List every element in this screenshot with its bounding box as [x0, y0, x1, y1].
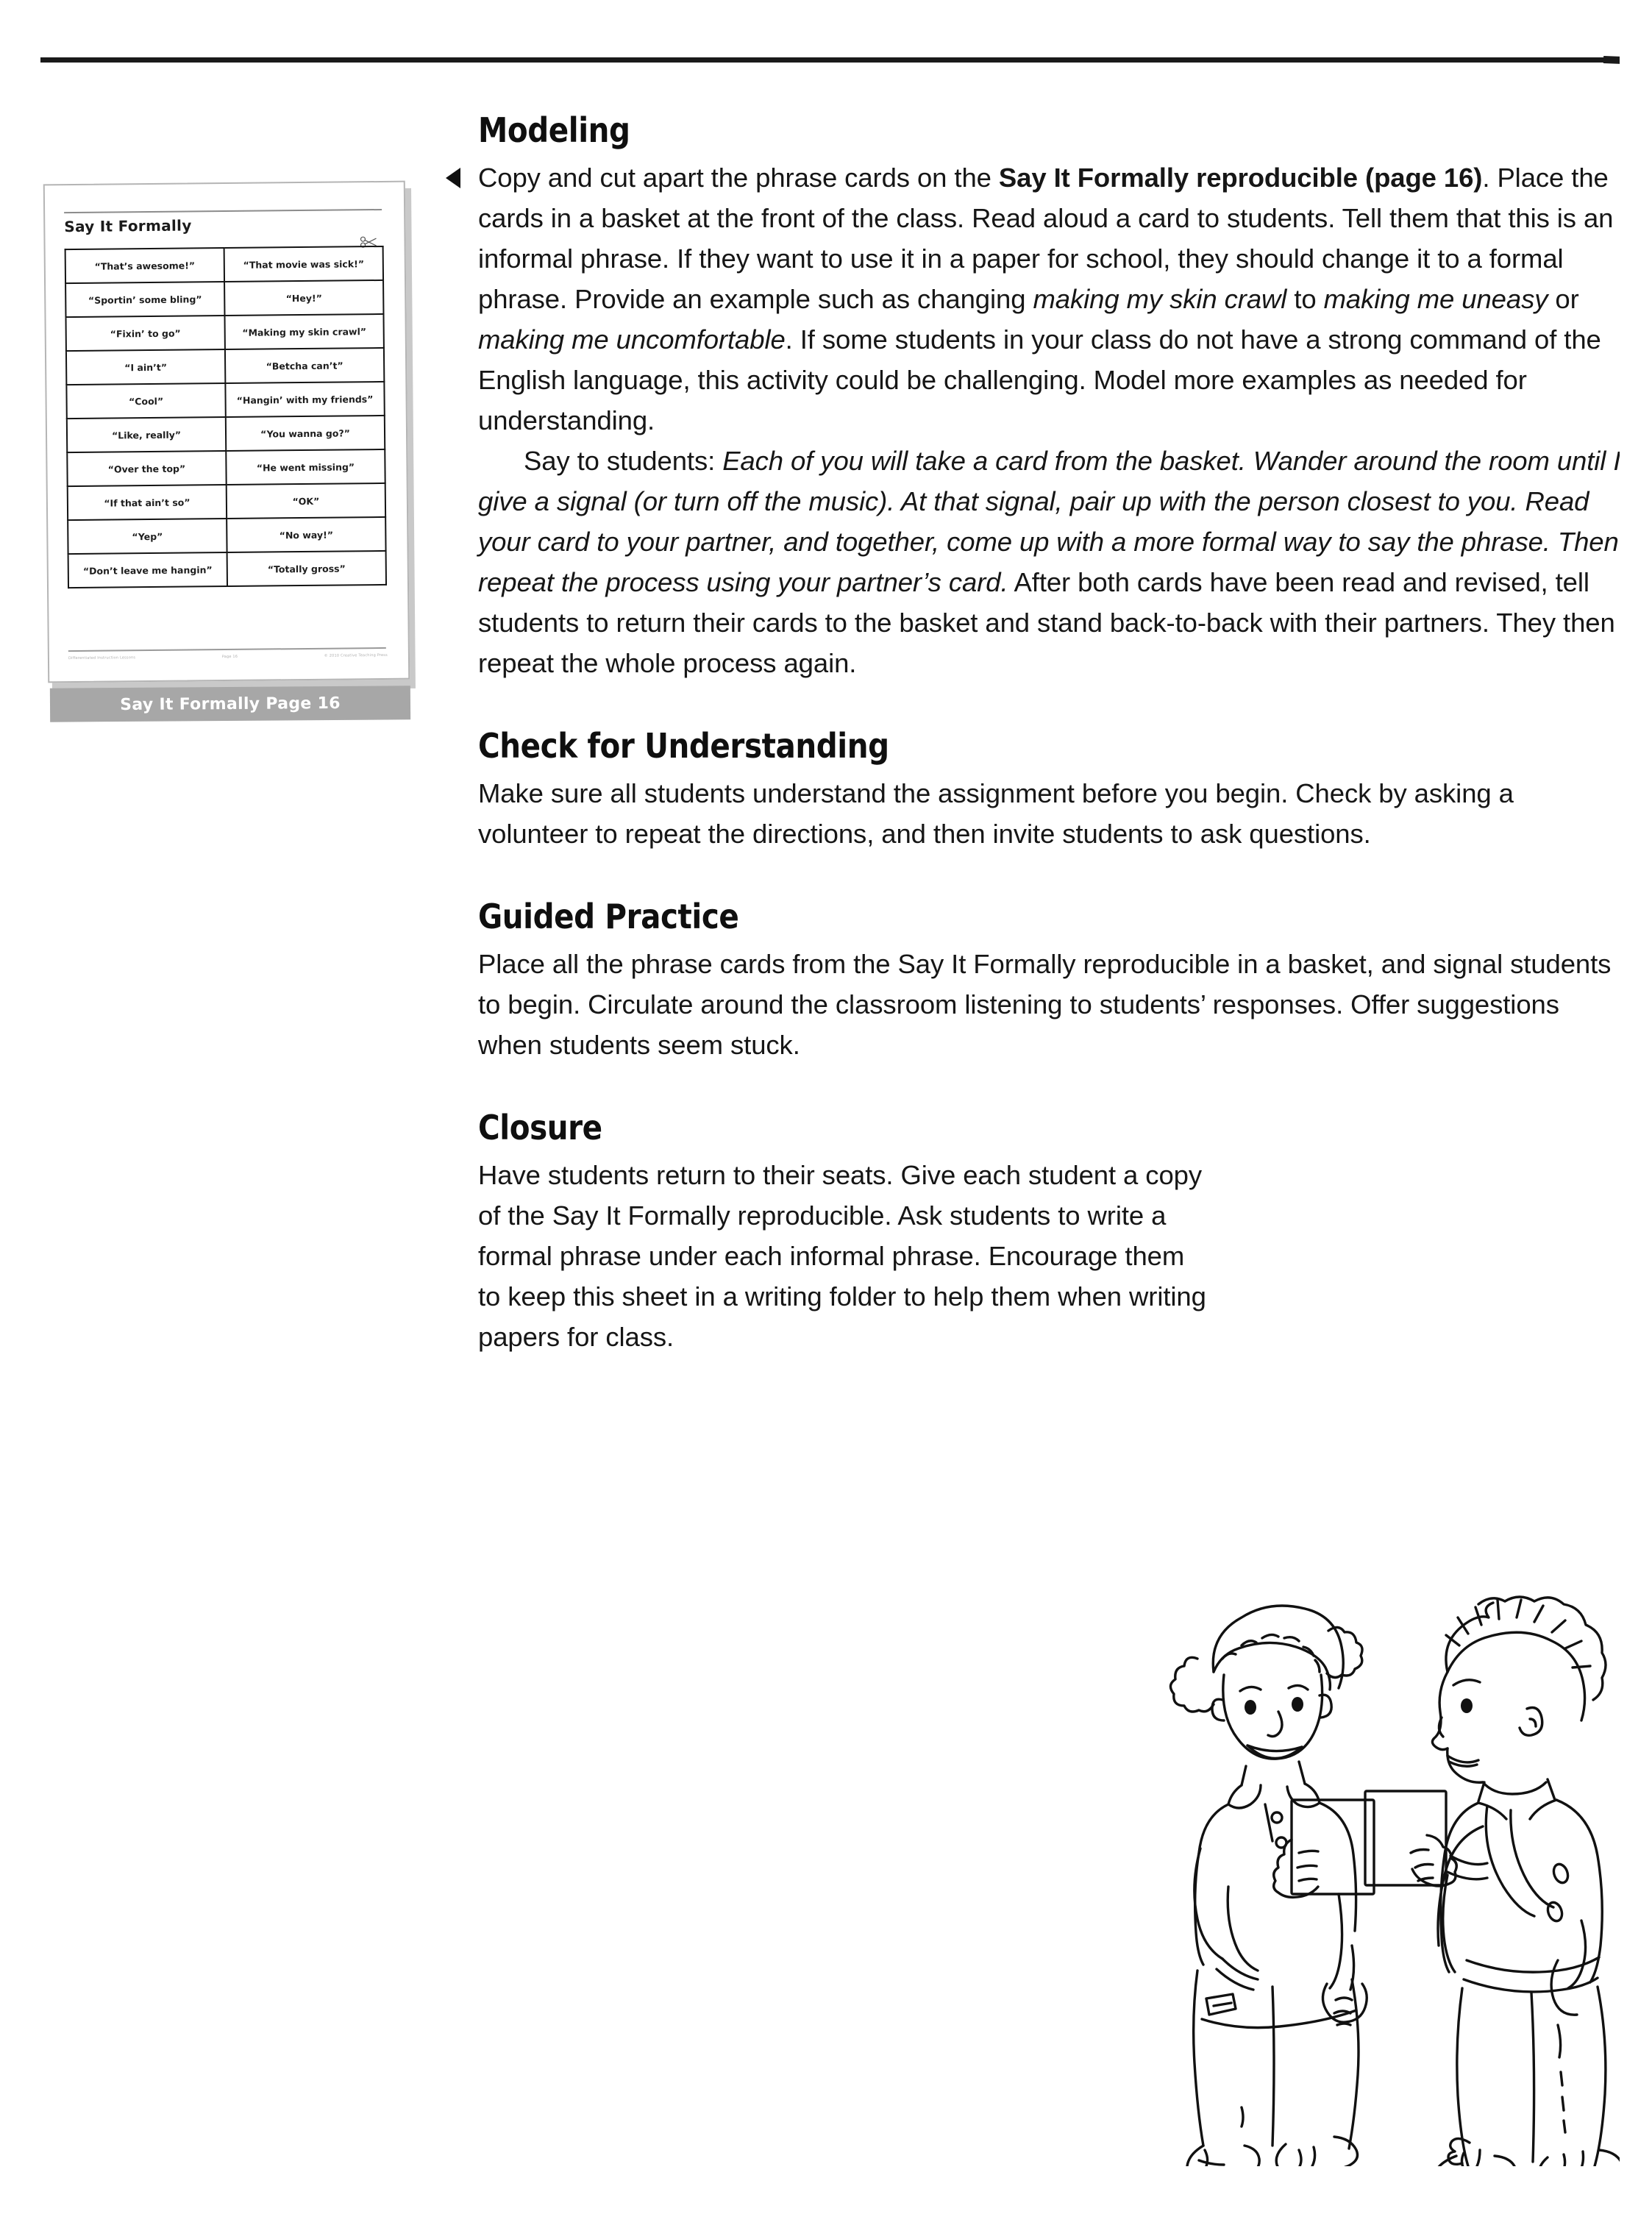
- triangle-left-bullet-icon: [446, 168, 460, 188]
- thumbnail-footer-center: Page 16: [221, 654, 238, 660]
- page-right-margin: [1620, 0, 1652, 2228]
- phrase-cell: “Cool”: [66, 383, 226, 419]
- thumbnail-hairline: [64, 208, 382, 214]
- modeling-p1-c: to: [1286, 284, 1324, 314]
- modeling-p1-italic-3: making me uncomfortable: [478, 324, 786, 355]
- phrase-cell: “He went missing”: [226, 449, 385, 485]
- table-row: “Like, really” “You wanna go?”: [66, 415, 385, 453]
- table-row: “Don’t leave me hangin” “Totally gross”: [68, 550, 387, 588]
- phrase-cell: “I ain’t”: [65, 349, 226, 385]
- phrase-cell: “You wanna go?”: [225, 415, 385, 452]
- thumbnail-footer-rule: [68, 647, 386, 652]
- section-heading-guided-practice: Guided Practice: [478, 897, 739, 936]
- thumbnail-caption-label: Say It Formally Page 16: [120, 694, 341, 714]
- thumbnail-footer-left: Differentiated Instruction Lessons: [68, 655, 136, 661]
- page-top-rule: [40, 57, 1622, 63]
- main-content: Modeling Copy and cut apart the phrase c…: [446, 110, 1626, 1357]
- modeling-p1-bold: Say It Formally reproducible (page 16): [998, 163, 1483, 193]
- phrase-cell: “Hey!”: [224, 280, 384, 316]
- table-row: “That’s awesome!” “That movie was sick!”: [65, 246, 384, 284]
- phrase-cell: “Betcha can’t”: [224, 347, 385, 384]
- phrase-cell: “OK”: [226, 483, 386, 519]
- table-row: “If that ain’t so” “OK”: [67, 483, 386, 521]
- check-for-understanding-body: Make sure all students understand the as…: [478, 778, 1514, 849]
- modeling-p1-a: Copy and cut apart the phrase cards on t…: [478, 163, 999, 193]
- two-students-holding-cards-illustration: [1155, 1548, 1652, 2190]
- table-row: “Cool” “Hangin’ with my friends”: [66, 381, 385, 419]
- phrase-cell: “If that ain’t so”: [67, 485, 227, 521]
- phrase-cell: “That’s awesome!”: [65, 248, 225, 284]
- phrase-card-table: “That’s awesome!” “That movie was sick!”…: [65, 246, 387, 588]
- section-heading-check-for-understanding: Check for Understanding: [478, 726, 889, 766]
- phrase-cell: “Yep”: [68, 519, 227, 555]
- phrase-cell: “Like, really”: [66, 417, 227, 453]
- modeling-paragraph-2: Say to students: Each of you will take a…: [478, 441, 1626, 683]
- thumbnail-title: Say It Formally: [64, 216, 192, 236]
- phrase-cell: “Fixin’ to go”: [65, 316, 225, 352]
- phrase-cell: “Making my skin crawl”: [224, 313, 384, 350]
- table-row: “Sportin’ some bling” “Hey!”: [65, 280, 384, 318]
- modeling-bullet-block: Copy and cut apart the phrase cards on t…: [446, 157, 1626, 441]
- phrase-cell: “Totally gross”: [227, 550, 387, 586]
- phrase-cell: “That movie was sick!”: [224, 246, 384, 282]
- section-heading-modeling: Modeling: [478, 110, 630, 150]
- closure-body: Have students return to their seats. Giv…: [478, 1160, 1206, 1352]
- phrase-cell: “No way!”: [227, 516, 386, 553]
- table-row: “Over the top” “He went missing”: [67, 449, 385, 487]
- thumbnail-footer-right: © 2010 Creative Teaching Press: [324, 652, 388, 658]
- table-row: “Fixin’ to go” “Making my skin crawl”: [65, 313, 384, 352]
- table-row: “Yep” “No way!”: [68, 516, 386, 555]
- phrase-card-table-body: “That’s awesome!” “That movie was sick!”…: [65, 246, 387, 588]
- phrase-cell: “Sportin’ some bling”: [65, 282, 225, 318]
- thumbnail-footer: Differentiated Instruction Lessons Page …: [68, 653, 388, 661]
- thumbnail-caption-bar: Say It Formally Page 16: [49, 686, 411, 722]
- phrase-cell: “Over the top”: [67, 451, 227, 487]
- modeling-p1-italic-1: making my skin crawl: [1033, 284, 1287, 314]
- reproducible-thumbnail: Say It Formally “That’s awesome!” “That …: [43, 180, 416, 722]
- modeling-p2-a: Say to students:: [524, 446, 723, 476]
- thumbnail-page: Say It Formally “That’s awesome!” “That …: [43, 180, 410, 683]
- modeling-p1-d: or: [1548, 284, 1579, 314]
- modeling-p1-italic-2: making me uneasy: [1323, 284, 1548, 314]
- table-row: “I ain’t” “Betcha can’t”: [65, 347, 385, 385]
- section-heading-closure: Closure: [478, 1108, 602, 1147]
- phrase-cell: “Hangin’ with my friends”: [225, 381, 385, 418]
- phrase-cell: “Don’t leave me hangin”: [68, 552, 228, 588]
- modeling-paragraph-1: Copy and cut apart the phrase cards on t…: [478, 157, 1626, 441]
- guided-practice-body: Place all the phrase cards from the Say …: [478, 949, 1612, 1060]
